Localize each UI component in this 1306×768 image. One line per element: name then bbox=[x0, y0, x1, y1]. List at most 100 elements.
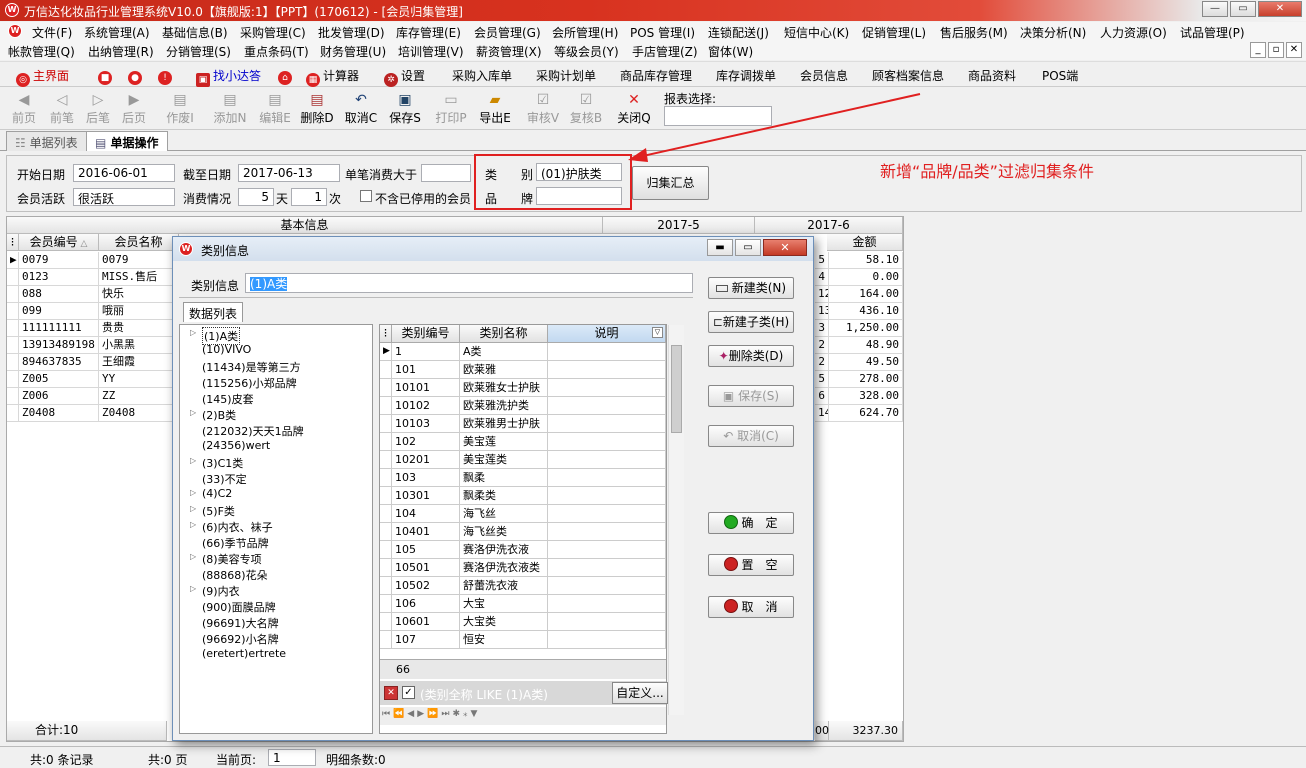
amount-cell[interactable]: 436.10 bbox=[829, 303, 903, 320]
class-name-cell[interactable]: 欧莱雅男士护肤 bbox=[460, 415, 548, 433]
expand-arrow-icon[interactable]: ▷ bbox=[190, 328, 196, 337]
filter-enable-checkbox[interactable]: ✓ bbox=[402, 686, 415, 699]
amount-cell[interactable]: 164.00 bbox=[829, 286, 903, 303]
single-consume-field[interactable] bbox=[421, 164, 471, 182]
menu-item[interactable]: 连锁配送(J) bbox=[708, 24, 769, 41]
dialog-minimize-button[interactable]: ▬ bbox=[707, 239, 733, 256]
member-no-cell[interactable]: 13913489198 bbox=[19, 337, 99, 354]
description-cell[interactable] bbox=[548, 487, 666, 505]
tree-node[interactable]: (96692)小名牌 bbox=[202, 631, 279, 647]
member-name-cell[interactable]: 王细霞 bbox=[99, 354, 179, 371]
tree-node[interactable]: (2)B类 bbox=[202, 407, 236, 423]
minimize-button[interactable]: — bbox=[1202, 1, 1228, 17]
menu-item[interactable]: 库存管理(E) bbox=[396, 24, 461, 41]
new-subclass-button[interactable]: ⊏新建子类(H) bbox=[708, 311, 794, 333]
menu-item[interactable]: 重点条码(T) bbox=[244, 43, 309, 60]
count-cell[interactable]: 3 bbox=[815, 320, 829, 337]
class-name-cell[interactable]: 大宝类 bbox=[460, 613, 548, 631]
menu-item[interactable]: 文件(F) bbox=[32, 24, 72, 41]
class-code-cell[interactable]: 101 bbox=[392, 361, 460, 379]
count-cell[interactable]: 5 bbox=[815, 371, 829, 388]
purchase-plan-button[interactable]: 采购计划单 bbox=[536, 67, 596, 84]
expand-arrow-icon[interactable]: ▷ bbox=[190, 552, 196, 561]
lock-button[interactable]: ■ bbox=[98, 67, 115, 85]
member-no-cell[interactable]: 099 bbox=[19, 303, 99, 320]
class-name-cell[interactable]: 欧莱雅 bbox=[460, 361, 548, 379]
amount-cell[interactable]: 58.10 bbox=[829, 252, 903, 269]
dialog-cancel-button[interactable]: ↶ 取消(C) bbox=[708, 425, 794, 447]
custom-filter-button[interactable]: 自定义... bbox=[612, 682, 668, 704]
confirm-button[interactable]: 确 定 bbox=[708, 512, 794, 534]
void-button[interactable]: ▤ 作废I bbox=[160, 91, 200, 126]
category-info-field[interactable]: (1)A类 bbox=[245, 273, 693, 293]
member-name-cell[interactable]: YY bbox=[99, 371, 179, 388]
member-info-button[interactable]: 会员信息 bbox=[800, 67, 848, 84]
menu-item[interactable]: 人力资源(O) bbox=[1100, 24, 1167, 41]
tree-node[interactable]: (eretert)ertrete bbox=[202, 647, 286, 660]
class-code-cell[interactable]: 10501 bbox=[392, 559, 460, 577]
end-date-field[interactable]: 2017-06-13 bbox=[238, 164, 340, 182]
home-button[interactable]: ◎ 主界面 bbox=[16, 67, 69, 87]
prev-record-button[interactable]: ◁ 前笔 bbox=[42, 91, 82, 126]
member-name-cell[interactable]: 哦丽 bbox=[99, 303, 179, 320]
transfer-button[interactable]: 库存调拨单 bbox=[716, 67, 776, 84]
filter-dropdown-icon[interactable]: ▽ bbox=[652, 327, 663, 338]
expand-arrow-icon[interactable]: ▷ bbox=[190, 520, 196, 529]
amount-cell[interactable]: 278.00 bbox=[829, 371, 903, 388]
member-no-cell[interactable]: Z005 bbox=[19, 371, 99, 388]
description-cell[interactable] bbox=[548, 523, 666, 541]
save-button[interactable]: ▣ 保存S bbox=[385, 91, 425, 126]
count-cell[interactable]: 13 bbox=[815, 303, 829, 320]
member-name-cell[interactable]: 快乐 bbox=[99, 286, 179, 303]
class-name-cell[interactable]: 海飞丝类 bbox=[460, 523, 548, 541]
house-button[interactable]: ⌂ bbox=[278, 67, 295, 85]
class-name-cell[interactable]: 飘柔 bbox=[460, 469, 548, 487]
assistant-button[interactable]: ▣ 找小达答 bbox=[196, 67, 261, 87]
menu-item[interactable]: 决策分析(N) bbox=[1020, 24, 1086, 41]
close-window-button[interactable]: ✕ bbox=[1258, 1, 1302, 17]
menu-item[interactable]: 培训管理(V) bbox=[398, 43, 464, 60]
last-page-button[interactable]: ▶ 后页 bbox=[114, 91, 154, 126]
product-info-button[interactable]: 商品资料 bbox=[968, 67, 1016, 84]
menu-item[interactable]: 窗体(W) bbox=[708, 43, 753, 60]
mdi-minimize-button[interactable]: _ bbox=[1250, 42, 1266, 58]
tree-node[interactable]: (11434)是等第三方 bbox=[202, 359, 301, 375]
menu-item[interactable]: POS 管理(I) bbox=[630, 24, 695, 41]
delete-button[interactable]: ▤ 删除D bbox=[297, 91, 337, 126]
class-code-cell[interactable]: 102 bbox=[392, 433, 460, 451]
tree-node[interactable]: (88868)花朵 bbox=[202, 567, 268, 583]
count-cell[interactable]: 6 bbox=[815, 388, 829, 405]
member-name-cell[interactable]: 0079 bbox=[99, 252, 179, 269]
tree-node[interactable]: (96691)大名牌 bbox=[202, 615, 279, 631]
member-no-cell[interactable]: Z0408 bbox=[19, 405, 99, 422]
dialog-save-button[interactable]: ▣ 保存(S) bbox=[708, 385, 794, 407]
class-name-cell[interactable]: 美宝莲 bbox=[460, 433, 548, 451]
class-code-cell[interactable]: 106 bbox=[392, 595, 460, 613]
member-name-cell[interactable]: 小黑黑 bbox=[99, 337, 179, 354]
class-code-cell[interactable]: 10201 bbox=[392, 451, 460, 469]
tree-node[interactable]: (24356)wert bbox=[202, 439, 270, 452]
menu-item[interactable]: 手店管理(Z) bbox=[632, 43, 698, 60]
dialog-close-button[interactable]: ✕ bbox=[763, 239, 807, 256]
times-field[interactable]: 1 bbox=[291, 188, 327, 206]
edit-button[interactable]: ▤ 编辑E bbox=[255, 91, 295, 126]
review-button[interactable]: ☑ 复核B bbox=[566, 91, 606, 126]
tab-bill-list[interactable]: ☷ 单据列表 bbox=[6, 131, 87, 151]
header-amount[interactable]: 金额 bbox=[827, 234, 903, 251]
member-name-cell[interactable]: ZZ bbox=[99, 388, 179, 405]
count-cell[interactable]: 5 bbox=[815, 252, 829, 269]
class-code-cell[interactable]: 10502 bbox=[392, 577, 460, 595]
header-class-name[interactable]: 类别名称 bbox=[460, 325, 548, 343]
stock-mgmt-button[interactable]: 商品库存管理 bbox=[620, 67, 692, 84]
tree-node[interactable]: (66)季节品牌 bbox=[202, 535, 269, 551]
days-field[interactable]: 5 bbox=[238, 188, 274, 206]
dialog-maximize-button[interactable]: ▭ bbox=[735, 239, 761, 256]
pos-button[interactable]: POS端 bbox=[1042, 67, 1078, 84]
calculator-button[interactable]: ▦ 计算器 bbox=[306, 67, 359, 87]
menu-item[interactable]: 系统管理(A) bbox=[84, 24, 150, 41]
mdi-close-button[interactable]: ✕ bbox=[1286, 42, 1302, 58]
expand-arrow-icon[interactable]: ▷ bbox=[190, 408, 196, 417]
member-no-cell[interactable]: Z006 bbox=[19, 388, 99, 405]
class-code-cell[interactable]: 107 bbox=[392, 631, 460, 649]
tree-node[interactable]: (8)美容专项 bbox=[202, 551, 262, 567]
